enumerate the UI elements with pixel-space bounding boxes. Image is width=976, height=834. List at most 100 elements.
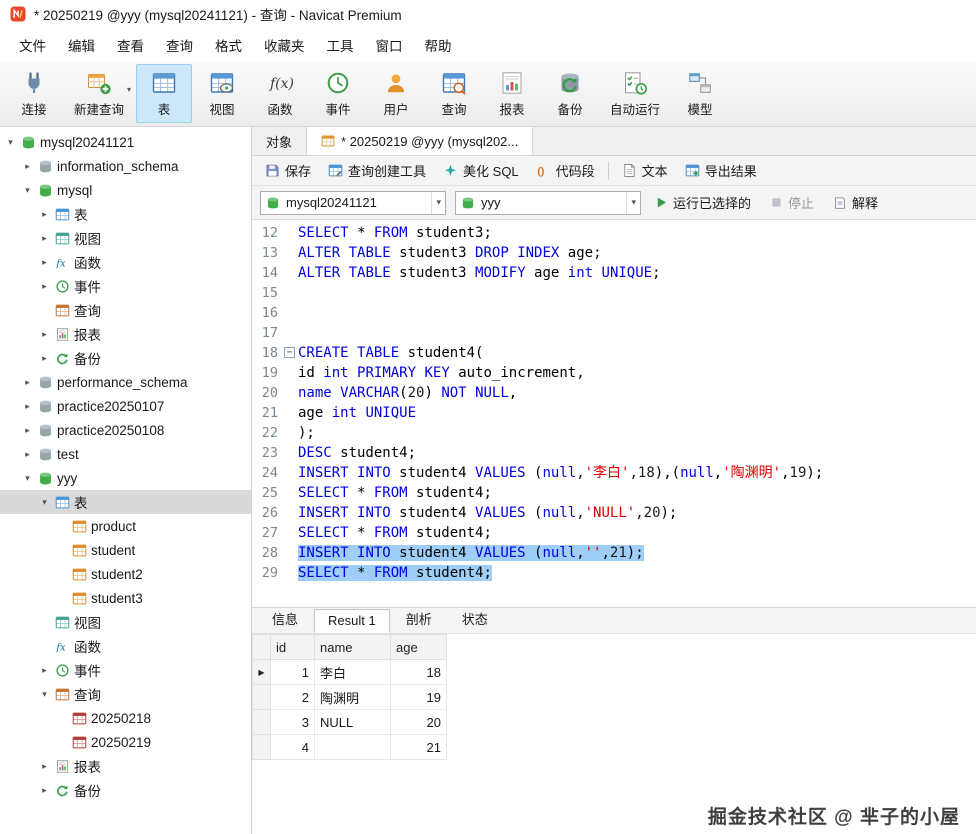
editor-line[interactable]: 20 name VARCHAR(20) NOT NULL,: [252, 383, 976, 403]
tree-expand-arrow[interactable]: ▸: [38, 353, 51, 364]
connection-select[interactable]: mysql20241121 ▾: [260, 190, 446, 215]
editor-line[interactable]: 21 age int UNIQUE: [252, 403, 976, 423]
tree-item[interactable]: ▸ 备份: [0, 346, 251, 370]
menu-item[interactable]: 格式: [204, 30, 253, 60]
result-tab[interactable]: 信息: [258, 605, 312, 633]
tree-item[interactable]: ▾ yyy: [0, 466, 251, 490]
document-tab[interactable]: 对象: [252, 127, 308, 155]
grid-cell[interactable]: NULL: [314, 709, 391, 735]
query-toolbar-button[interactable]: 美化 SQL: [435, 157, 527, 184]
tree-item[interactable]: ▸ information_schema: [0, 154, 251, 178]
editor-line[interactable]: 14 ALTER TABLE student3 MODIFY age int UN…: [252, 263, 976, 283]
query-toolbar-button[interactable]: 保存: [257, 157, 319, 184]
toolbar-button[interactable]: 用户: [368, 64, 424, 123]
query-toolbar-button[interactable]: 文本: [614, 157, 676, 184]
menu-item[interactable]: 查看: [106, 30, 155, 60]
tree-item[interactable]: 视图: [0, 610, 251, 634]
tree-expand-arrow[interactable]: ▸: [21, 425, 34, 436]
toolbar-button[interactable]: 报表: [484, 64, 540, 123]
tree-item[interactable]: ▾ 表: [0, 490, 251, 514]
result-tab[interactable]: 剖析: [392, 605, 446, 633]
grid-row[interactable]: 3 NULL 20: [252, 709, 447, 735]
result-tab[interactable]: Result 1: [314, 609, 390, 633]
toolbar-button[interactable]: f(x) 函数: [252, 64, 308, 123]
tree-expand-arrow[interactable]: ▾: [21, 185, 34, 196]
grid-cell[interactable]: 2: [270, 684, 315, 710]
tree-item[interactable]: ▸ 事件: [0, 274, 251, 298]
grid-cell[interactable]: 3: [270, 709, 315, 735]
tree-item[interactable]: 20250219: [0, 730, 251, 754]
grid-column-header[interactable]: id: [270, 634, 315, 660]
tree-item[interactable]: ▸ 视图: [0, 226, 251, 250]
toolbar-button[interactable]: 表: [136, 64, 193, 123]
query-toolbar-button[interactable]: 查询创建工具: [320, 157, 434, 184]
tree-expand-arrow[interactable]: ▸: [21, 449, 34, 460]
tree-expand-arrow[interactable]: ▸: [38, 329, 51, 340]
toolbar-button[interactable]: 查询: [426, 64, 482, 123]
tree-expand-arrow[interactable]: ▸: [38, 785, 51, 796]
toolbar-button[interactable]: 连接: [6, 64, 62, 123]
grid-cell[interactable]: 1: [270, 659, 315, 685]
editor-line[interactable]: 22);: [252, 423, 976, 443]
menu-item[interactable]: 工具: [316, 30, 365, 60]
tree-item[interactable]: ▸ 报表: [0, 754, 251, 778]
toolbar-button[interactable]: 新建查询 ▾: [64, 64, 134, 123]
tree-item[interactable]: product: [0, 514, 251, 538]
tree-expand-arrow[interactable]: ▸: [21, 401, 34, 412]
chevron-down-icon[interactable]: ▾: [626, 191, 640, 214]
toolbar-button[interactable]: 备份: [542, 64, 598, 123]
toolbar-button[interactable]: 模型: [672, 64, 728, 123]
editor-line[interactable]: 12 SELECT * FROM student3;: [252, 223, 976, 243]
tree-item[interactable]: ▾ 查询: [0, 682, 251, 706]
tree-expand-arrow[interactable]: ▾: [4, 137, 17, 148]
grid-cell[interactable]: 李白: [314, 659, 391, 685]
menu-item[interactable]: 查询: [155, 30, 204, 60]
tree-item[interactable]: ▸ practice20250108: [0, 418, 251, 442]
tree-item[interactable]: fx 函数: [0, 634, 251, 658]
chevron-down-icon[interactable]: ▾: [127, 85, 131, 94]
tree-item[interactable]: ▸ 报表: [0, 322, 251, 346]
editor-line[interactable]: 15: [252, 283, 976, 303]
tree-expand-arrow[interactable]: ▸: [38, 209, 51, 220]
editor-line[interactable]: 28 INSERT INTO student4 VALUES (null,'',2…: [252, 543, 976, 563]
tree-item[interactable]: ▸ 事件: [0, 658, 251, 682]
tree-item[interactable]: ▾ mysql: [0, 178, 251, 202]
tree-expand-arrow[interactable]: ▸: [21, 377, 34, 388]
editor-line[interactable]: 16: [252, 303, 976, 323]
tree-expand-arrow[interactable]: ▸: [21, 161, 34, 172]
editor-line[interactable]: 19 id int PRIMARY KEY auto_increment,: [252, 363, 976, 383]
query-toolbar-button[interactable]: 导出结果: [677, 157, 765, 184]
editor-line[interactable]: 18− CREATE TABLE student4(: [252, 343, 976, 363]
database-select[interactable]: yyy ▾: [455, 190, 641, 215]
tree-expand-arrow[interactable]: ▾: [21, 473, 34, 484]
editor-line[interactable]: 24 INSERT INTO student4 VALUES (null,'李白'…: [252, 463, 976, 483]
chevron-down-icon[interactable]: ▾: [431, 191, 445, 214]
editor-line[interactable]: 17: [252, 323, 976, 343]
tree-item[interactable]: ▾ mysql20241121: [0, 130, 251, 154]
tree-expand-arrow[interactable]: ▾: [38, 497, 51, 508]
sql-editor[interactable]: 12 SELECT * FROM student3; 13 ALTER TABLE s…: [252, 220, 976, 607]
menu-item[interactable]: 帮助: [414, 30, 463, 60]
tree-item[interactable]: student: [0, 538, 251, 562]
grid-cell[interactable]: 20: [390, 709, 447, 735]
document-tab[interactable]: * 20250219 @yyy (mysql202...: [307, 127, 534, 155]
tree-item[interactable]: student2: [0, 562, 251, 586]
editor-line[interactable]: 27 SELECT * FROM student4;: [252, 523, 976, 543]
tree-item[interactable]: ▸ 备份: [0, 778, 251, 802]
grid-cell[interactable]: [314, 734, 391, 760]
grid-row[interactable]: 2 陶渊明 19: [252, 684, 447, 710]
fold-collapse-icon[interactable]: −: [284, 347, 295, 358]
tree-expand-arrow[interactable]: ▸: [38, 665, 51, 676]
grid-row[interactable]: 4 21: [252, 734, 447, 760]
toolbar-button[interactable]: 自动运行: [600, 64, 670, 123]
editor-line[interactable]: 26 INSERT INTO student4 VALUES (null,'NUL…: [252, 503, 976, 523]
editor-line[interactable]: 13 ALTER TABLE student3 DROP INDEX age;: [252, 243, 976, 263]
tree-item[interactable]: ▸ practice20250107: [0, 394, 251, 418]
result-tab[interactable]: 状态: [448, 605, 502, 633]
stop-button[interactable]: 停止: [765, 190, 819, 215]
grid-cell[interactable]: 21: [390, 734, 447, 760]
tree-item[interactable]: ▸ fx 函数: [0, 250, 251, 274]
grid-cell[interactable]: 陶渊明: [314, 684, 391, 710]
grid-row[interactable]: ▶ 1 李白 18: [252, 659, 447, 685]
grid-cell[interactable]: 19: [390, 684, 447, 710]
